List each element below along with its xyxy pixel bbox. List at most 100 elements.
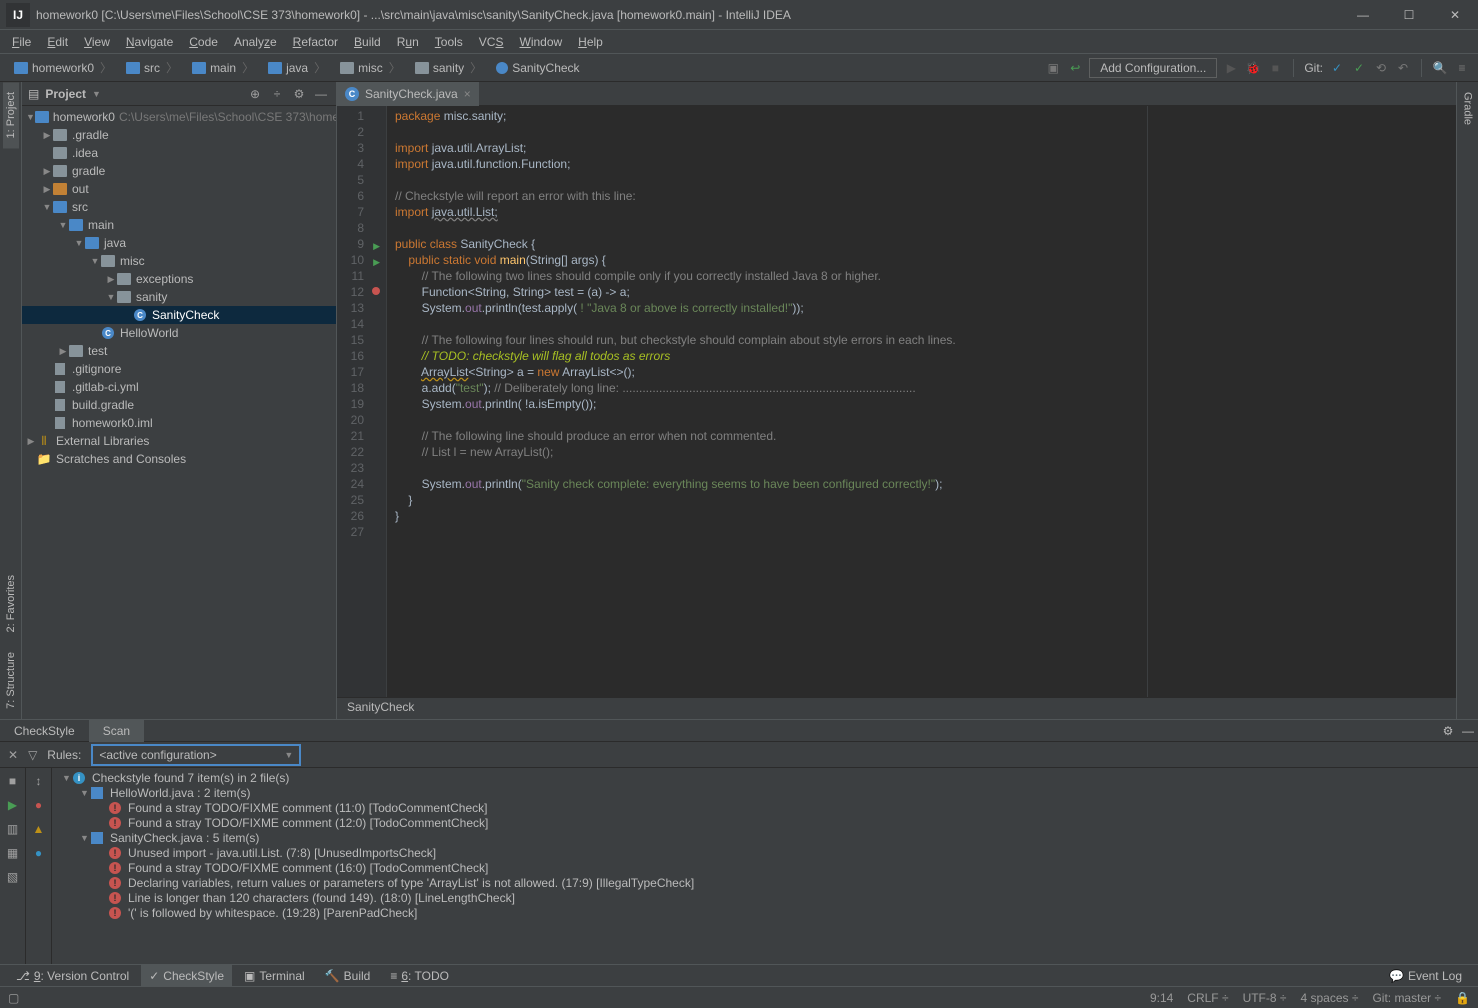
menu-help[interactable]: Help: [570, 33, 611, 51]
debug-icon[interactable]: 🐞: [1245, 60, 1261, 76]
menu-build[interactable]: Build: [346, 33, 389, 51]
gear-icon[interactable]: ⚙: [1438, 724, 1458, 738]
tree-item--gradle[interactable]: ▶.gradle: [22, 126, 336, 144]
tree-item-exceptions[interactable]: ▶exceptions: [22, 270, 336, 288]
info-icon[interactable]: ●: [30, 844, 48, 862]
menu-window[interactable]: Window: [511, 33, 570, 51]
tree-item--idea[interactable]: .idea: [22, 144, 336, 162]
menu-edit[interactable]: Edit: [39, 33, 76, 51]
warnings-icon[interactable]: ▲: [30, 820, 48, 838]
hide-icon[interactable]: —: [312, 85, 330, 103]
error-gutter-icon[interactable]: [372, 287, 380, 295]
status-icon[interactable]: ▢: [8, 991, 19, 1005]
tree-root[interactable]: ▼ homework0 C:\Users\me\Files\School\CSE…: [22, 108, 336, 126]
expand-icon[interactable]: ↕: [30, 772, 48, 790]
menu-refactor[interactable]: Refactor: [285, 33, 346, 51]
gear-icon[interactable]: ⚙: [290, 85, 308, 103]
rail-gradle[interactable]: Gradle: [1460, 82, 1476, 135]
tree-item-main[interactable]: ▼main: [22, 216, 336, 234]
close-button[interactable]: ✕: [1432, 0, 1478, 30]
build-icon[interactable]: ▣: [1045, 60, 1061, 76]
gutter[interactable]: 123456789▶10▶111213141516171819202122232…: [337, 106, 387, 697]
git-update-icon[interactable]: ✓: [1329, 60, 1345, 76]
filter-icon[interactable]: ▽: [28, 748, 37, 762]
ide-settings-icon[interactable]: ≡: [1454, 60, 1470, 76]
rail-favorites[interactable]: 2: Favorites: [3, 565, 19, 642]
errors-icon[interactable]: ●: [30, 796, 48, 814]
encoding[interactable]: UTF-8 ÷: [1243, 991, 1287, 1005]
cs-issue[interactable]: !Found a stray TODO/FIXME comment (12:0)…: [52, 815, 1478, 830]
cs-summary[interactable]: ▼iCheckstyle found 7 item(s) in 2 file(s…: [52, 770, 1478, 785]
crumb-homework0[interactable]: homework0〉: [8, 57, 118, 78]
crumb-sanity[interactable]: sanity〉: [409, 57, 488, 78]
stop-icon[interactable]: ■: [4, 772, 22, 790]
cs-issue[interactable]: !Unused import - java.util.List. (7:8) […: [52, 845, 1478, 860]
git-history-icon[interactable]: ⟲: [1373, 60, 1389, 76]
code-editor[interactable]: package misc.sanity; import java.util.Ar…: [387, 106, 1456, 697]
tool-version-control[interactable]: ⎇ 9: Version Control: [8, 965, 137, 987]
tree-item-helloworld[interactable]: CHelloWorld: [22, 324, 336, 342]
close-icon[interactable]: ×: [464, 87, 471, 101]
menu-run[interactable]: Run: [389, 33, 427, 51]
cs-issue[interactable]: !Declaring variables, return values or p…: [52, 875, 1478, 890]
cs-file[interactable]: ▼SanityCheck.java : 5 item(s): [52, 830, 1478, 845]
tree-item-build-gradle[interactable]: build.gradle: [22, 396, 336, 414]
rail-structure[interactable]: 7: Structure: [3, 642, 19, 719]
menu-navigate[interactable]: Navigate: [118, 33, 181, 51]
tree-item-external-libraries[interactable]: ▶⫴External Libraries: [22, 432, 336, 450]
rail-project[interactable]: 1: Project: [3, 82, 19, 148]
menu-view[interactable]: View: [76, 33, 118, 51]
indent[interactable]: 4 spaces ÷: [1300, 991, 1358, 1005]
dropdown-icon[interactable]: ▼: [92, 89, 101, 99]
changelist-check-icon[interactable]: ▧: [4, 868, 22, 886]
tool-todo[interactable]: ≡ 6: TODO: [382, 965, 457, 987]
run-icon[interactable]: ▶: [4, 796, 22, 814]
tool-terminal[interactable]: ▣ Terminal: [236, 965, 313, 987]
tree-item-sanitycheck[interactable]: CSanityCheck: [22, 306, 336, 324]
stop-icon[interactable]: ■: [1267, 60, 1283, 76]
tree-item--gitignore[interactable]: .gitignore: [22, 360, 336, 378]
crumb-java[interactable]: java〉: [262, 57, 332, 78]
tree-item-scratches-and-consoles[interactable]: 📁Scratches and Consoles: [22, 450, 336, 468]
file-tab-sanitycheck[interactable]: C SanityCheck.java ×: [337, 82, 479, 106]
lock-icon[interactable]: 🔒: [1455, 991, 1470, 1005]
tool-build[interactable]: 🔨 Build: [317, 965, 379, 987]
tree-item-out[interactable]: ▶out: [22, 180, 336, 198]
menu-file[interactable]: File: [4, 33, 39, 51]
tab-scan[interactable]: Scan: [89, 720, 144, 742]
caret-position[interactable]: 9:14: [1150, 991, 1173, 1005]
cs-issue[interactable]: !'(' is followed by whitespace. (19:28) …: [52, 905, 1478, 920]
add-configuration-button[interactable]: Add Configuration...: [1089, 58, 1217, 78]
crumb-sanitycheck[interactable]: SanityCheck: [490, 59, 585, 77]
line-ending[interactable]: CRLF ÷: [1187, 991, 1228, 1005]
project-tree[interactable]: ▼ homework0 C:\Users\me\Files\School\CSE…: [22, 106, 336, 719]
tree-item--gitlab-ci-yml[interactable]: .gitlab-ci.yml: [22, 378, 336, 396]
tree-item-sanity[interactable]: ▼sanity: [22, 288, 336, 306]
search-icon[interactable]: 🔍: [1432, 60, 1448, 76]
menu-analyze[interactable]: Analyze: [226, 33, 285, 51]
menu-code[interactable]: Code: [181, 33, 226, 51]
git-revert-icon[interactable]: ↶: [1395, 60, 1411, 76]
cs-issue[interactable]: !Found a stray TODO/FIXME comment (16:0)…: [52, 860, 1478, 875]
tree-item-test[interactable]: ▶test: [22, 342, 336, 360]
crumb-misc[interactable]: misc〉: [334, 57, 407, 78]
maximize-button[interactable]: ☐: [1386, 0, 1432, 30]
tree-item-gradle[interactable]: ▶gradle: [22, 162, 336, 180]
tool-event-log[interactable]: 💬 Event Log: [1381, 965, 1470, 987]
tree-item-homework0-iml[interactable]: homework0.iml: [22, 414, 336, 432]
tab-checkstyle[interactable]: CheckStyle: [0, 720, 89, 742]
checkstyle-results[interactable]: ▼iCheckstyle found 7 item(s) in 2 file(s…: [52, 768, 1478, 964]
crumb-src[interactable]: src〉: [120, 57, 184, 78]
cs-issue[interactable]: !Found a stray TODO/FIXME comment (11:0)…: [52, 800, 1478, 815]
crumb-main[interactable]: main〉: [186, 57, 260, 78]
cs-issue[interactable]: !Line is longer than 120 characters (fou…: [52, 890, 1478, 905]
tree-item-java[interactable]: ▼java: [22, 234, 336, 252]
collapse-icon[interactable]: ÷: [268, 85, 286, 103]
editor-breadcrumb[interactable]: SanityCheck: [337, 697, 1456, 719]
rules-select[interactable]: <active configuration>▼: [91, 744, 301, 766]
cs-file[interactable]: ▼HelloWorld.java : 2 item(s): [52, 785, 1478, 800]
git-branch[interactable]: Git: master ÷: [1372, 991, 1441, 1005]
tree-item-src[interactable]: ▼src: [22, 198, 336, 216]
locate-icon[interactable]: ⊕: [246, 85, 264, 103]
run-icon[interactable]: ▶: [1223, 60, 1239, 76]
